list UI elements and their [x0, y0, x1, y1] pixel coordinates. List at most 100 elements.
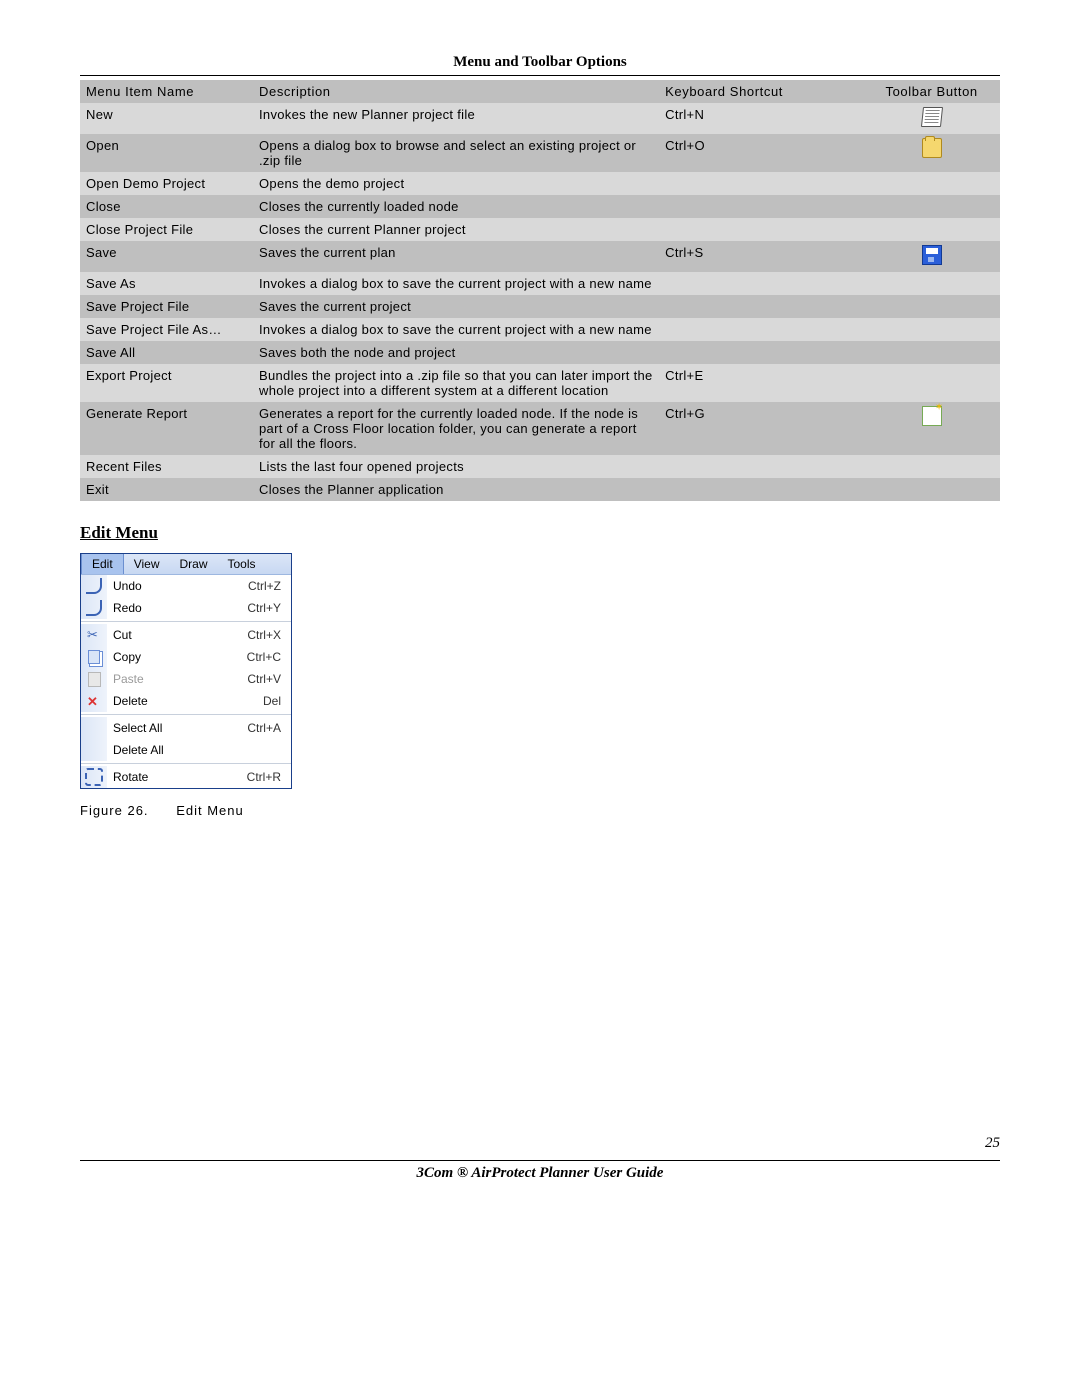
table-row: Recent FilesLists the last four opened p… [80, 455, 1000, 478]
cell-toolbar-button [863, 295, 1000, 318]
cell-desc: Opens a dialog box to browse and select … [253, 134, 659, 172]
cell-name: Save Project File [80, 295, 253, 318]
edit-menu-heading: Edit Menu [80, 523, 1000, 543]
table-header-row: Menu Item Name Description Keyboard Shor… [80, 80, 1000, 103]
open-icon [922, 138, 942, 158]
cell-shortcut: Ctrl+E [659, 364, 863, 402]
cell-name: New [80, 103, 253, 134]
menu-item-rotate[interactable]: RotateCtrl+R [81, 766, 291, 788]
table-row: Close Project FileCloses the current Pla… [80, 218, 1000, 241]
menu-item-label: Delete [107, 694, 221, 708]
cell-desc: Generates a report for the currently loa… [253, 402, 659, 455]
cell-toolbar-button [863, 364, 1000, 402]
cell-shortcut [659, 172, 863, 195]
menu-icon-gutter [81, 646, 107, 668]
delete-icon: ✕ [87, 694, 101, 708]
figure-number: Figure 26. [80, 803, 149, 818]
col-button: Toolbar Button [863, 80, 1000, 103]
menu-item-cut[interactable]: ✂CutCtrl+X [81, 624, 291, 646]
col-desc: Description [253, 80, 659, 103]
options-table: Menu Item Name Description Keyboard Shor… [80, 80, 1000, 501]
table-row: Save AsInvokes a dialog box to save the … [80, 272, 1000, 295]
cell-toolbar-button [863, 134, 1000, 172]
menu-item-delete[interactable]: ✕ DeleteDel [81, 690, 291, 712]
menu-item-select-all[interactable]: Select AllCtrl+A [81, 717, 291, 739]
menubar-tab-draw[interactable]: Draw [169, 554, 217, 574]
cell-name: Open [80, 134, 253, 172]
cell-desc: Closes the Planner application [253, 478, 659, 501]
cell-name: Close Project File [80, 218, 253, 241]
menu-icon-gutter: ✕ [81, 690, 107, 712]
menu-icon-gutter [81, 597, 107, 619]
menubar-tab-tools[interactable]: Tools [218, 554, 266, 574]
cell-toolbar-button [863, 195, 1000, 218]
cell-desc: Invokes the new Planner project file [253, 103, 659, 134]
table-row: Save Project File As…Invokes a dialog bo… [80, 318, 1000, 341]
figure-caption: Figure 26. Edit Menu [80, 803, 1000, 818]
cell-toolbar-button [863, 172, 1000, 195]
menu-item-shortcut: Ctrl+Y [221, 601, 291, 615]
cell-desc: Closes the current Planner project [253, 218, 659, 241]
menubar-tab-edit[interactable]: Edit [81, 554, 124, 574]
menu-item-redo[interactable]: RedoCtrl+Y [81, 597, 291, 619]
table-row: CloseCloses the currently loaded node [80, 195, 1000, 218]
cell-desc: Lists the last four opened projects [253, 455, 659, 478]
save-icon [922, 245, 942, 265]
figure-title: Edit Menu [176, 803, 244, 818]
menu-icon-gutter [81, 575, 107, 597]
menu-item-label: Undo [107, 579, 221, 593]
cell-shortcut [659, 318, 863, 341]
undo-icon [86, 578, 102, 594]
menu-item-delete-all[interactable]: Delete All [81, 739, 291, 761]
rot-icon [85, 768, 103, 786]
col-shortcut: Keyboard Shortcut [659, 80, 863, 103]
section-title: Menu and Toolbar Options [80, 54, 1000, 76]
table-row: ExitCloses the Planner application [80, 478, 1000, 501]
cell-shortcut [659, 341, 863, 364]
cell-name: Close [80, 195, 253, 218]
cell-toolbar-button [863, 103, 1000, 134]
cell-name: Generate Report [80, 402, 253, 455]
redo-icon [86, 600, 102, 616]
cell-toolbar-button [863, 478, 1000, 501]
cell-name: Save As [80, 272, 253, 295]
cell-toolbar-button [863, 272, 1000, 295]
menu-item-undo[interactable]: UndoCtrl+Z [81, 575, 291, 597]
cell-desc: Saves the current plan [253, 241, 659, 272]
copy-icon [88, 650, 100, 664]
page-number: 25 [985, 1135, 1000, 1152]
cell-desc: Closes the currently loaded node [253, 195, 659, 218]
cell-shortcut: Ctrl+S [659, 241, 863, 272]
cell-toolbar-button [863, 402, 1000, 455]
menu-item-shortcut: Del [221, 694, 291, 708]
table-row: NewInvokes the new Planner project fileC… [80, 103, 1000, 134]
menubar-tab-view[interactable]: View [124, 554, 170, 574]
menu-icon-gutter [81, 766, 107, 788]
menu-item-shortcut: Ctrl+R [221, 770, 291, 784]
cell-shortcut: Ctrl+G [659, 402, 863, 455]
cell-name: Save Project File As… [80, 318, 253, 341]
menu-item-label: Rotate [107, 770, 221, 784]
table-row: Generate ReportGenerates a report for th… [80, 402, 1000, 455]
menu-icon-gutter [81, 668, 107, 690]
cell-name: Exit [80, 478, 253, 501]
menu-item-label: Paste [107, 672, 221, 686]
cell-shortcut [659, 478, 863, 501]
menu-item-shortcut: Ctrl+X [221, 628, 291, 642]
menu-icon-gutter: ✂ [81, 624, 107, 646]
cell-name: Open Demo Project [80, 172, 253, 195]
menu-item-shortcut: Ctrl+Z [221, 579, 291, 593]
cut-icon: ✂ [87, 628, 101, 642]
menu-separator [81, 621, 291, 622]
new-icon [921, 107, 943, 127]
menu-item-shortcut: Ctrl+A [221, 721, 291, 735]
cell-desc: Bundles the project into a .zip file so … [253, 364, 659, 402]
footer-text: 3Com ® AirProtect Planner User Guide [80, 1160, 1000, 1182]
cell-shortcut: Ctrl+O [659, 134, 863, 172]
menu-item-label: Delete All [107, 743, 221, 757]
cell-shortcut [659, 218, 863, 241]
report-icon [922, 406, 942, 426]
menu-item-copy[interactable]: CopyCtrl+C [81, 646, 291, 668]
cell-toolbar-button [863, 318, 1000, 341]
menu-icon-gutter [81, 717, 107, 739]
